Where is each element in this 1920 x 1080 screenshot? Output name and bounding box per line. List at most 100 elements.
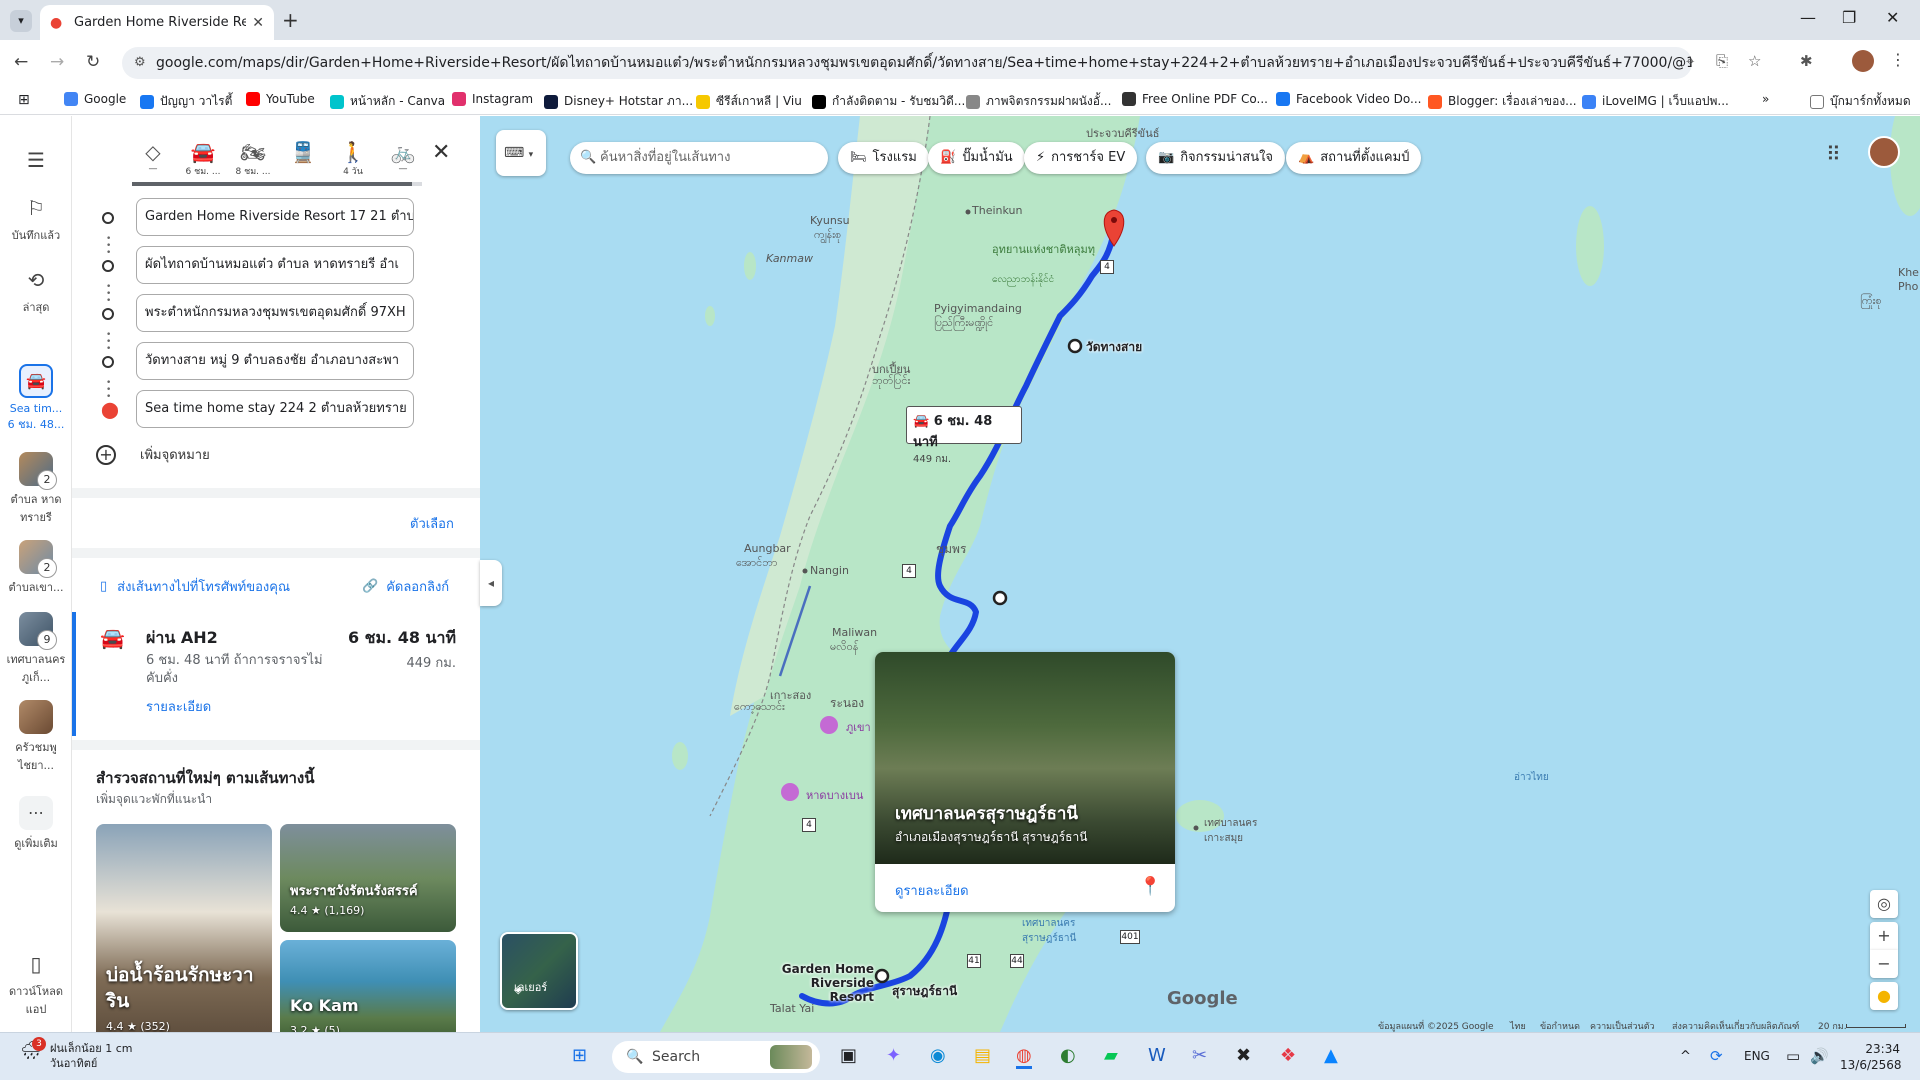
edge-icon[interactable]: ◉ xyxy=(930,1045,946,1066)
route-details-link[interactable]: รายละเอียด xyxy=(146,696,211,717)
explore-card[interactable]: Ko Kam 3.2 ★ (5) xyxy=(280,940,456,1032)
tray-chevron-icon[interactable]: ^ xyxy=(1680,1049,1691,1064)
apps-grid-icon[interactable]: ⊞ xyxy=(18,92,30,108)
waypoint-input[interactable]: Garden Home Riverside Resort 17 21 ตำบล xyxy=(136,198,414,236)
app-icon[interactable]: ▲ xyxy=(1324,1045,1338,1066)
account-avatar[interactable] xyxy=(1868,136,1900,168)
rail-recent-item[interactable]: ครัวชมพู ไชยา... xyxy=(0,700,72,774)
rail-recent-item[interactable]: 2 ตำบล หาดทรายรี xyxy=(0,452,72,526)
bookmark-item[interactable]: Instagram xyxy=(452,92,533,106)
mode-driving[interactable]: 🚘 6 ชม. ... xyxy=(178,140,228,178)
zoom-in-icon[interactable]: + xyxy=(1870,922,1898,950)
tab-search-button[interactable]: ▾ xyxy=(10,10,32,32)
browser-tab[interactable]: ● Garden Home Riverside Resort ✕ xyxy=(40,5,274,40)
waypoint-marker[interactable] xyxy=(992,590,1008,606)
close-tab-icon[interactable]: ✕ xyxy=(252,15,264,31)
back-icon[interactable]: ← xyxy=(14,52,28,72)
waypoint-input[interactable]: พระตำหนักกรมหลวงชุมพรเขตอุดมศักดิ์ 97XH xyxy=(136,294,414,332)
add-stop-pin-icon[interactable]: 📍 xyxy=(1139,876,1161,897)
waypoint-marker[interactable] xyxy=(1067,338,1083,354)
bookmark-item[interactable]: YouTube xyxy=(246,92,315,106)
bookmark-item[interactable]: Google xyxy=(64,92,126,106)
menu-button[interactable]: ☰ xyxy=(0,148,72,178)
add-destination-button[interactable]: + เพิ่มจุดหมาย xyxy=(96,444,210,465)
word-icon[interactable]: W xyxy=(1148,1045,1166,1066)
bookmark-item[interactable]: ปัญญา วาไรตี้ xyxy=(140,92,232,111)
snipping-icon[interactable]: ✂ xyxy=(1192,1045,1207,1066)
waypoint-input[interactable]: ผัดไทถาดบ้านหมอแต๋ว ตำบล หาดทรายรี อำเ xyxy=(136,246,414,284)
taskbar-search[interactable]: 🔍 Search xyxy=(612,1041,820,1073)
language-link[interactable]: ไทย xyxy=(1510,1019,1526,1033)
mode-transit[interactable]: 🚆 xyxy=(278,140,328,164)
bookmark-item[interactable]: หน้าหลัก - Canva xyxy=(330,92,445,111)
bookmark-item[interactable]: Blogger: เรื่องเล่าของ... xyxy=(1428,92,1577,111)
capcut-icon[interactable]: ✖ xyxy=(1236,1045,1251,1066)
mode-cycling[interactable]: 🚲 — xyxy=(378,140,428,174)
chip-gas[interactable]: ⛽ ปั๊มน้ำมัน xyxy=(928,142,1025,174)
my-location-icon[interactable]: ◎ xyxy=(1870,890,1898,918)
file-explorer-icon[interactable]: ▤ xyxy=(974,1045,991,1066)
zoom-out-icon[interactable]: − xyxy=(1870,950,1898,978)
windows-start-icon[interactable]: ⊞ xyxy=(572,1045,587,1066)
network-icon[interactable]: ▭ xyxy=(1786,1047,1800,1065)
system-clock[interactable]: 23:34 13/6/2568 xyxy=(1840,1041,1902,1073)
bookmark-item[interactable]: iLoveIMG | เว็บแอปพ... xyxy=(1582,92,1729,111)
copilot-icon[interactable]: ✦ xyxy=(886,1045,901,1066)
app-icon[interactable]: ◐ xyxy=(1060,1045,1076,1066)
chip-hotels[interactable]: 🛏 โรงแรม xyxy=(838,142,929,174)
minimize-icon[interactable]: — xyxy=(1800,8,1816,27)
copy-link-button[interactable]: 🔗 คัดลอกลิงก์ xyxy=(362,576,449,597)
chrome-icon[interactable]: ◍ xyxy=(1016,1045,1032,1069)
mode-walking[interactable]: 🚶 4 วัน xyxy=(328,140,378,178)
install-app-icon[interactable]: ⎘ xyxy=(1716,52,1728,70)
chip-camping[interactable]: ⛺ สถานที่ตั้งแคมป์ xyxy=(1286,142,1422,174)
bookmark-star-icon[interactable]: ☆ xyxy=(1748,52,1761,70)
collapse-panel-button[interactable]: ◂ xyxy=(480,560,502,606)
pegman-icon[interactable]: ● xyxy=(1870,982,1898,1010)
line-icon[interactable]: ▰ xyxy=(1104,1045,1118,1066)
mode-best[interactable]: ◇ — xyxy=(128,140,178,174)
rail-more[interactable]: ⋯ ดูเพิ่มเติม xyxy=(0,796,72,852)
rail-saved[interactable]: ⚐ บันทึกแล้ว xyxy=(0,196,72,244)
map-canvas[interactable]: 4 4 4 41 44 401 ประจวบคีรีขันธ์ Theinkun… xyxy=(480,116,1920,1032)
rail-recent-item[interactable]: 9 เทศบาลนครภูเก็... xyxy=(0,612,72,686)
language-indicator[interactable]: ENG xyxy=(1744,1049,1770,1063)
rail-recent-item[interactable]: 2 ตำบลเขา... xyxy=(0,540,72,596)
explore-card[interactable]: พระราชวังรัตนรังสรรค์ 4.4 ★ (1,169) xyxy=(280,824,456,932)
restore-icon[interactable]: ❐ xyxy=(1842,8,1856,27)
start-marker[interactable] xyxy=(874,968,890,984)
more-bookmarks-icon[interactable]: » xyxy=(1762,92,1769,106)
send-to-phone-button[interactable]: ▯ ส่งเส้นทางไปที่โทรศัพท์ของคุณ xyxy=(100,576,290,597)
route-info-box[interactable]: 🚘 6 ชม. 48 นาที 449 กม. xyxy=(906,406,1022,465)
bookmark-item[interactable]: ภาพจิตรกรรมฝาผนังอั้... xyxy=(966,92,1111,111)
explore-card[interactable]: บ่อน้ำร้อนรักษะวาริน 4.4 ★ (352) xyxy=(96,824,272,1032)
profile-avatar[interactable] xyxy=(1852,50,1874,72)
bookmark-item[interactable]: Facebook Video Do... xyxy=(1276,92,1421,106)
scale-label[interactable]: 20 กม. xyxy=(1818,1019,1847,1033)
location-icon[interactable]: ⌖ xyxy=(1686,52,1694,70)
poi-pin-icon[interactable] xyxy=(781,783,799,801)
chip-activities[interactable]: 📷 กิจกรรมน่าสนใจ xyxy=(1146,142,1286,174)
google-apps-icon[interactable]: ⠿ xyxy=(1826,142,1841,166)
search-along-route-input[interactable]: 🔍 ค้นหาสิ่งที่อยู่ในเส้นทาง xyxy=(570,142,828,174)
options-button[interactable]: ตัวเลือก xyxy=(410,513,454,534)
route-option[interactable]: 🚘 ผ่าน AH2 6 ชม. 48 นาที 6 ชม. 48 นาที ถ… xyxy=(72,612,480,736)
poi-pin-icon[interactable] xyxy=(820,716,838,734)
new-tab-button[interactable]: + xyxy=(282,8,299,32)
reload-icon[interactable]: ↻ xyxy=(86,52,100,72)
feedback-link[interactable]: ส่งความคิดเห็นเกี่ยวกับผลิตภัณฑ์ xyxy=(1672,1019,1799,1033)
site-info-icon[interactable]: ⚙ xyxy=(134,47,146,79)
volume-icon[interactable]: 🔊 xyxy=(1810,1047,1829,1065)
layers-button[interactable]: ◈ เลเยอร์ xyxy=(500,932,578,1010)
bookmark-item[interactable]: Free Online PDF Co... xyxy=(1122,92,1268,106)
mode-motorcycle[interactable]: 🏍 8 ชม. ... xyxy=(228,140,278,178)
bookmark-item[interactable]: กำลังติดตาม - รับชมวิดี... xyxy=(812,92,965,111)
input-tools-button[interactable]: ⌨ ▾ xyxy=(496,130,546,176)
destination-input[interactable]: Sea time home stay 224 2 ตำบลห้วยทราย xyxy=(136,390,414,428)
place-preview-card[interactable]: เทศบาลนครสุราษฎร์ธานี อำเภอเมืองสุราษฎร์… xyxy=(875,652,1175,912)
task-view-icon[interactable]: ▣ xyxy=(840,1045,857,1066)
browser-menu-icon[interactable]: ⋮ xyxy=(1890,50,1906,69)
weather-widget[interactable]: 🌧 3 ฝนเล็กน้อย 1 cm วันอาทิตย์ xyxy=(20,1037,132,1071)
address-bar[interactable]: ⚙ google.com/maps/dir/Garden+Home+Rivers… xyxy=(122,47,1692,79)
close-directions-icon[interactable]: ✕ xyxy=(432,140,450,165)
